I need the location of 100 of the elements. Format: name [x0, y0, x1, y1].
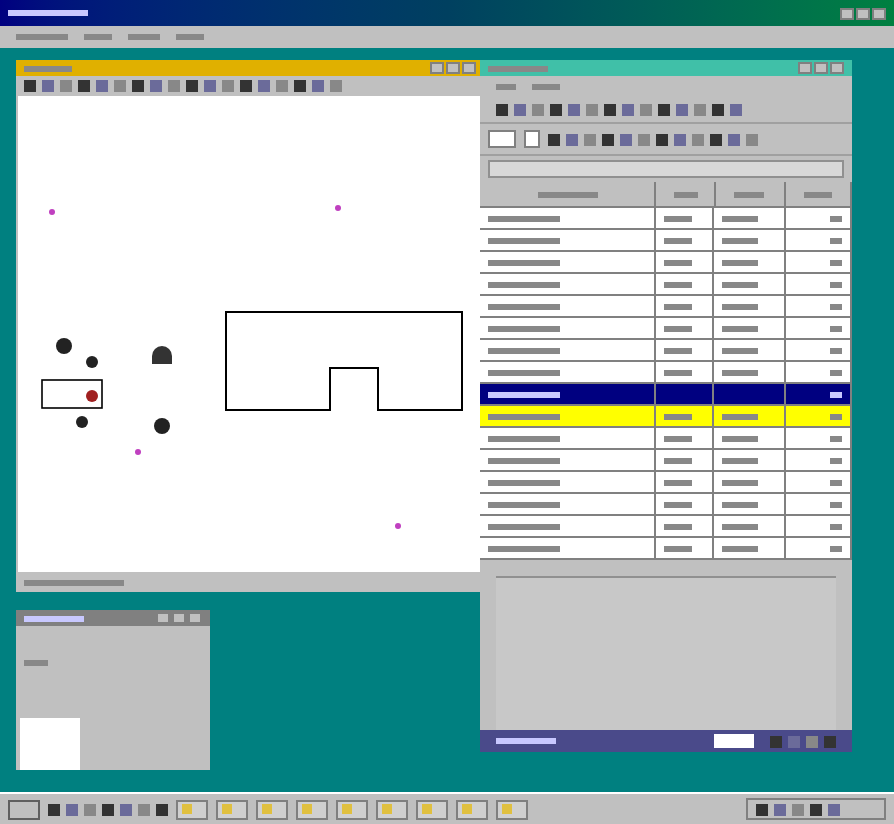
- blurred-text-drawing: [663, 237, 692, 243]
- taskbar-button[interactable]: [456, 799, 488, 819]
- formula-field[interactable]: [488, 160, 844, 178]
- blurred-text-drawing: [663, 369, 692, 375]
- blurred-text-drawing: [488, 501, 560, 507]
- blurred-text-drawing: [722, 325, 759, 331]
- taskbar-button[interactable]: [256, 799, 288, 819]
- blurred-text-drawing: [663, 545, 692, 551]
- blurred-text-drawing: [24, 579, 124, 585]
- blurred-text-drawing: [829, 391, 842, 397]
- blurred-text-drawing: [722, 523, 759, 529]
- blurred-text-drawing: [488, 259, 560, 265]
- blurred-text-drawing: [722, 545, 759, 551]
- blurred-text-drawing: [673, 191, 698, 197]
- blurred-text-drawing: [722, 457, 759, 463]
- blurred-text-drawing: [722, 501, 759, 507]
- maximize-button[interactable]: [856, 7, 870, 19]
- blurred-text-drawing: [488, 325, 560, 331]
- page-field[interactable]: [714, 734, 754, 748]
- blurred-text-drawing: [722, 303, 759, 309]
- maximize-button[interactable]: [172, 612, 186, 624]
- blurred-text-drawing: [176, 34, 204, 40]
- blurred-text-drawing: [829, 325, 842, 331]
- blurred-text-drawing: [24, 65, 72, 71]
- blurred-text-drawing: [496, 83, 516, 89]
- blurred-text-drawing: [488, 237, 560, 243]
- blurred-text-drawing: [24, 660, 48, 666]
- blurred-text-drawing: [829, 523, 842, 529]
- blurred-text-drawing: [488, 391, 560, 397]
- preview-panel: [20, 718, 80, 770]
- blurred-text-drawing: [488, 435, 560, 441]
- close-button[interactable]: [462, 62, 476, 74]
- blurred-text-drawing: [663, 501, 692, 507]
- blurred-text-drawing: [829, 347, 842, 353]
- blurred-text-drawing: [663, 435, 692, 441]
- blurred-text-drawing: [722, 347, 759, 353]
- minimize-button[interactable]: [430, 62, 444, 74]
- blurred-text-drawing: [8, 10, 88, 16]
- maximize-button[interactable]: [446, 62, 460, 74]
- blurred-text-drawing: [829, 435, 842, 441]
- blurred-text-drawing: [488, 369, 560, 375]
- blurred-text-drawing: [829, 369, 842, 375]
- blurred-text-drawing: [84, 34, 112, 40]
- blurred-text-drawing: [663, 325, 692, 331]
- blurred-text-drawing: [829, 501, 842, 507]
- blurred-text-drawing: [496, 738, 556, 744]
- blurred-text-drawing: [829, 259, 842, 265]
- blurred-text-drawing: [663, 479, 692, 485]
- blurred-text-drawing: [829, 215, 842, 221]
- blurred-text-drawing: [829, 479, 842, 485]
- blurred-text-drawing: [663, 281, 692, 287]
- blurred-text-drawing: [663, 457, 692, 463]
- blurred-text-drawing: [24, 615, 84, 621]
- blurred-text-drawing: [488, 347, 560, 353]
- blurred-text-drawing: [488, 303, 560, 309]
- blurred-text-drawing: [663, 215, 692, 221]
- blurred-text-drawing: [663, 347, 692, 353]
- blurred-text-drawing: [722, 435, 759, 441]
- blurred-text-drawing: [663, 413, 692, 419]
- minimize-button[interactable]: [798, 62, 812, 74]
- blurred-text-drawing: [488, 545, 560, 551]
- blurred-text-drawing: [488, 281, 560, 287]
- blurred-text-drawing: [532, 83, 560, 89]
- close-button[interactable]: [830, 62, 844, 74]
- taskbar-button[interactable]: [496, 799, 528, 819]
- blurred-text-drawing: [722, 369, 759, 375]
- minimize-button[interactable]: [840, 7, 854, 19]
- blurred-text-drawing: [829, 457, 842, 463]
- blurred-text-drawing: [722, 237, 759, 243]
- blurred-text-drawing: [537, 191, 598, 197]
- blurred-text-drawing: [829, 413, 842, 419]
- blurred-text-drawing: [734, 191, 765, 197]
- minimize-button[interactable]: [156, 612, 170, 624]
- taskbar-button[interactable]: [376, 799, 408, 819]
- blurred-text-drawing: [488, 523, 560, 529]
- blurred-text-drawing: [829, 281, 842, 287]
- blurred-text-drawing: [722, 215, 759, 221]
- close-button[interactable]: [188, 612, 202, 624]
- blurred-text-drawing: [803, 191, 832, 197]
- font-field[interactable]: [488, 130, 516, 148]
- blurred-text-drawing: [829, 303, 842, 309]
- taskbar-button[interactable]: [336, 799, 368, 819]
- blurred-text-drawing: [16, 34, 68, 40]
- blurred-text-drawing: [829, 237, 842, 243]
- maximize-button[interactable]: [814, 62, 828, 74]
- blurred-text-drawing: [722, 281, 759, 287]
- blurred-text-drawing: [488, 215, 560, 221]
- taskbar-button[interactable]: [416, 799, 448, 819]
- blurred-text-drawing: [722, 413, 759, 419]
- blurred-text-drawing: [488, 457, 560, 463]
- close-button[interactable]: [872, 7, 886, 19]
- size-field[interactable]: [524, 130, 540, 148]
- taskbar-button[interactable]: [216, 799, 248, 819]
- blurred-text-drawing: [722, 479, 759, 485]
- start-button[interactable]: [8, 799, 40, 819]
- blurred-text-drawing: [829, 545, 842, 551]
- blurred-text-drawing: [663, 259, 692, 265]
- table-row[interactable]: [480, 384, 852, 406]
- blurred-text-drawing: [488, 479, 560, 485]
- taskbar-button[interactable]: [296, 799, 328, 819]
